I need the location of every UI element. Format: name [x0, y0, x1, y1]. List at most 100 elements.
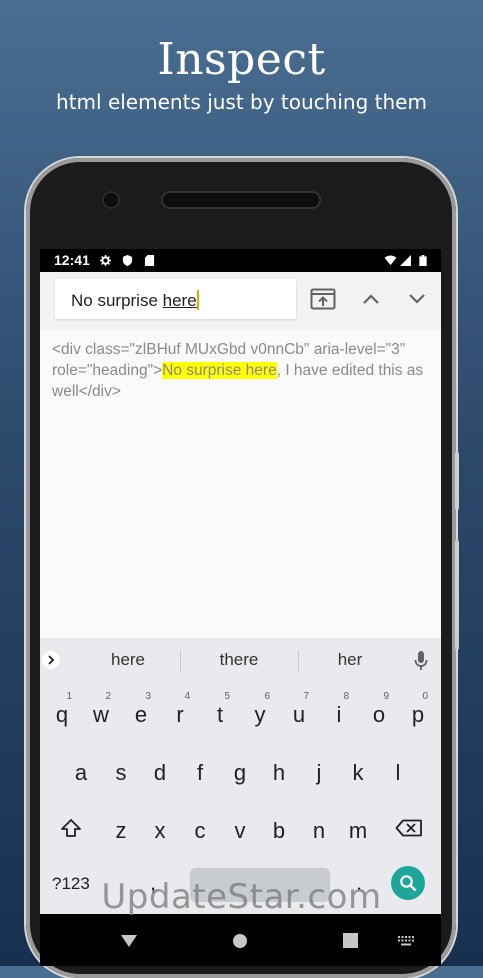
key-i[interactable]: 8i — [320, 688, 358, 736]
shift-icon — [61, 819, 81, 837]
key-label: n — [312, 818, 326, 843]
key-e[interactable]: 3e — [122, 688, 160, 736]
key-c[interactable]: c — [181, 804, 219, 852]
recents-nav-icon[interactable] — [343, 933, 358, 948]
key-j[interactable]: j — [300, 746, 338, 794]
search-value-composing: here — [162, 291, 197, 310]
key-label: g — [233, 760, 247, 785]
chevron-up-icon — [363, 294, 379, 304]
open-in-browser-icon — [310, 288, 336, 310]
key-t[interactable]: 5t — [201, 688, 239, 736]
keyboard-switch-icon[interactable] — [398, 936, 414, 946]
key-q[interactable]: 1q — [43, 688, 81, 736]
page-title: Inspect — [157, 34, 326, 85]
battery-icon — [419, 255, 427, 266]
previous-match-button[interactable] — [356, 284, 386, 314]
text-caret — [196, 290, 199, 310]
key-label: v — [234, 818, 246, 843]
microphone-icon[interactable] — [414, 651, 428, 671]
phone-screen: 12:41 No surprise here <div class="zlBHu… — [40, 249, 441, 966]
key-p[interactable]: 0p — [399, 688, 437, 736]
backspace-key[interactable] — [390, 804, 428, 852]
key-m[interactable]: m — [339, 804, 377, 852]
key-hint: 3 — [145, 691, 151, 702]
key-hint: 1 — [66, 691, 72, 702]
key-label: f — [196, 760, 204, 785]
key-label: s — [115, 760, 127, 785]
key-hint: 5 — [224, 691, 230, 702]
chevron-down-icon — [409, 294, 425, 304]
back-nav-icon[interactable] — [120, 934, 138, 948]
key-label: d — [153, 760, 167, 785]
key-g[interactable]: g — [221, 746, 259, 794]
key-label: w — [93, 702, 109, 727]
key-b[interactable]: b — [260, 804, 298, 852]
suggestion-strip: here there her — [40, 638, 441, 682]
suggestion-item[interactable]: here — [98, 650, 158, 670]
key-a[interactable]: a — [62, 746, 100, 794]
key-y[interactable]: 6y — [241, 688, 279, 736]
key-z[interactable]: z — [102, 804, 140, 852]
key-label: a — [74, 760, 88, 785]
key-k[interactable]: k — [339, 746, 377, 794]
key-label: k — [352, 760, 364, 785]
key-label: h — [272, 760, 286, 785]
key-label: e — [134, 702, 148, 727]
key-label: x — [154, 818, 166, 843]
page-subtitle: html elements just by touching them — [56, 90, 427, 114]
key-label: u — [292, 702, 306, 727]
key-label: t — [216, 702, 224, 727]
key-label: i — [336, 702, 342, 727]
search-input[interactable]: No surprise here — [55, 279, 296, 319]
key-hint: 0 — [422, 691, 428, 702]
key-r[interactable]: 4r — [161, 688, 199, 736]
key-n[interactable]: n — [300, 804, 338, 852]
status-bar: 12:41 — [40, 249, 441, 272]
highlighted-match: No surprise here — [162, 362, 277, 379]
key-label: m — [348, 818, 368, 843]
key-o[interactable]: 9o — [360, 688, 398, 736]
search-value: No surprise here — [71, 290, 199, 311]
earpiece-speaker — [163, 193, 319, 207]
key-w[interactable]: 2w — [82, 688, 120, 736]
key-d[interactable]: d — [141, 746, 179, 794]
shift-key[interactable] — [52, 804, 90, 852]
key-h[interactable]: h — [260, 746, 298, 794]
key-label: y — [254, 702, 266, 727]
open-in-browser-button[interactable] — [308, 284, 338, 314]
key-hint: 7 — [303, 691, 309, 702]
wifi-icon — [384, 255, 397, 266]
gear-icon — [100, 255, 111, 266]
key-l[interactable]: l — [379, 746, 417, 794]
key-x[interactable]: x — [141, 804, 179, 852]
chevron-right-icon — [48, 655, 55, 665]
suggestion-item[interactable]: her — [320, 650, 380, 670]
search-value-text: No surprise — [71, 291, 163, 310]
key-s[interactable]: s — [102, 746, 140, 794]
element-source-text: <div class="zlBHuf MUxGbd v0nnCb" aria-l… — [52, 339, 434, 402]
backspace-icon — [395, 819, 422, 837]
phone-side-button — [455, 540, 459, 650]
navigation-bar — [40, 914, 441, 966]
key-label: z — [115, 818, 127, 843]
key-f[interactable]: f — [181, 746, 219, 794]
sd-card-icon — [144, 255, 155, 266]
suggestion-divider — [298, 650, 299, 672]
key-u[interactable]: 7u — [280, 688, 318, 736]
status-time: 12:41 — [54, 252, 90, 268]
key-hint: 2 — [105, 691, 111, 702]
suggestion-item[interactable]: there — [208, 650, 270, 670]
key-label: q — [55, 702, 69, 727]
keyboard-expand-button[interactable] — [42, 651, 60, 669]
shield-icon — [122, 255, 133, 266]
home-nav-icon[interactable] — [232, 933, 248, 949]
signal-icon — [400, 255, 411, 266]
key-hint: 6 — [264, 691, 270, 702]
key-label: j — [316, 760, 322, 785]
key-label: c — [194, 818, 206, 843]
search-toolbar: No surprise here — [40, 272, 441, 330]
key-label: r — [176, 702, 184, 727]
key-hint: 8 — [343, 691, 349, 702]
key-v[interactable]: v — [221, 804, 259, 852]
next-match-button[interactable] — [402, 284, 432, 314]
